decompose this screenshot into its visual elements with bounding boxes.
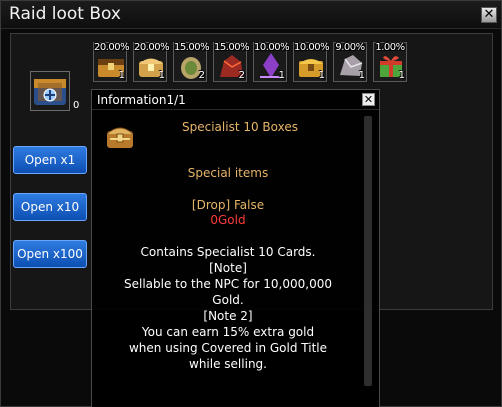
close-button[interactable]: ✕ (481, 7, 497, 23)
reward-slot[interactable]: 20.00% 1 (93, 42, 130, 82)
title-bar[interactable]: Raid loot Box ✕ (1, 1, 501, 29)
information-header: Information1/1 ✕ (92, 90, 379, 110)
drop-chance: 10.00% (254, 42, 290, 53)
item-count: 1 (358, 70, 365, 81)
item-count: 1 (118, 70, 125, 81)
close-icon: ✕ (363, 93, 374, 106)
information-title: Information1/1 (97, 93, 186, 107)
reward-slot[interactable]: 10.00% 1 (253, 42, 290, 82)
description-line: [Note] (209, 261, 247, 275)
item-count: 1 (398, 70, 405, 81)
raid-box-icon (34, 79, 66, 105)
drop-chance: 15.00% (214, 42, 250, 53)
item-name: Specialist 10 Boxes (182, 120, 298, 134)
gold-value: 0Gold (210, 213, 246, 227)
description-line: when using Covered in Gold Title (128, 341, 328, 355)
description-line: [Note 2] (203, 309, 253, 323)
reward-slot[interactable]: 1.00% 1 (373, 42, 407, 82)
description-line: Contains Specialist 10 Cards. (140, 245, 316, 259)
item-count: 1 (158, 70, 165, 81)
gold-box-icon (106, 127, 134, 148)
reward-slot[interactable]: 20.00% 1 (133, 42, 170, 82)
information-close-button[interactable]: ✕ (362, 93, 375, 106)
description-line: Sellable to the NPC for 10,000,000 (124, 277, 332, 291)
reward-slot[interactable]: 15.00% 2 (173, 42, 210, 82)
description-line: while selling. (189, 357, 267, 371)
item-count: 2 (238, 70, 245, 81)
reward-slot[interactable]: 10.00% 1 (293, 42, 330, 82)
main-box-count: 0 (73, 100, 80, 111)
main-box-slot[interactable]: 0 (30, 71, 79, 111)
reward-slot[interactable]: 9.00% 1 (333, 42, 367, 82)
item-category: Special items (187, 166, 269, 180)
open-x100-button[interactable]: Open x100 (13, 240, 87, 268)
close-icon: ✕ (483, 7, 495, 22)
drop-chance: 20.00% (94, 42, 130, 53)
drop-chance: 9.00% (335, 42, 365, 53)
drop-chance: 1.00% (375, 42, 405, 53)
drop-chance: 20.00% (134, 42, 170, 53)
description-line: Gold. (212, 293, 244, 307)
item-description: Contains Specialist 10 Cards. [Note] Sel… (92, 244, 364, 372)
window-title: Raid loot Box (9, 4, 121, 24)
description-line: You can earn 15% extra gold (141, 325, 315, 339)
raid-loot-box-window: Raid loot Box ✕ 20.00% 1 20.00% 1 15.00% 2 15.… (0, 0, 502, 407)
drop-chance: 10.00% (294, 42, 330, 53)
item-icon (104, 122, 136, 156)
information-panel: Information1/1 ✕ Specialist 10 Boxes Spe… (91, 89, 380, 407)
item-count: 2 (198, 70, 205, 81)
reward-slot[interactable]: 15.00% 2 (213, 42, 250, 82)
drop-chance: 15.00% (174, 42, 210, 53)
item-count: 1 (278, 70, 285, 81)
open-x10-button[interactable]: Open x10 (13, 193, 87, 221)
item-count: 1 (318, 70, 325, 81)
drop-status: [Drop] False (191, 198, 265, 212)
open-x1-button[interactable]: Open x1 (13, 146, 87, 174)
information-scrollbar[interactable] (364, 116, 372, 386)
